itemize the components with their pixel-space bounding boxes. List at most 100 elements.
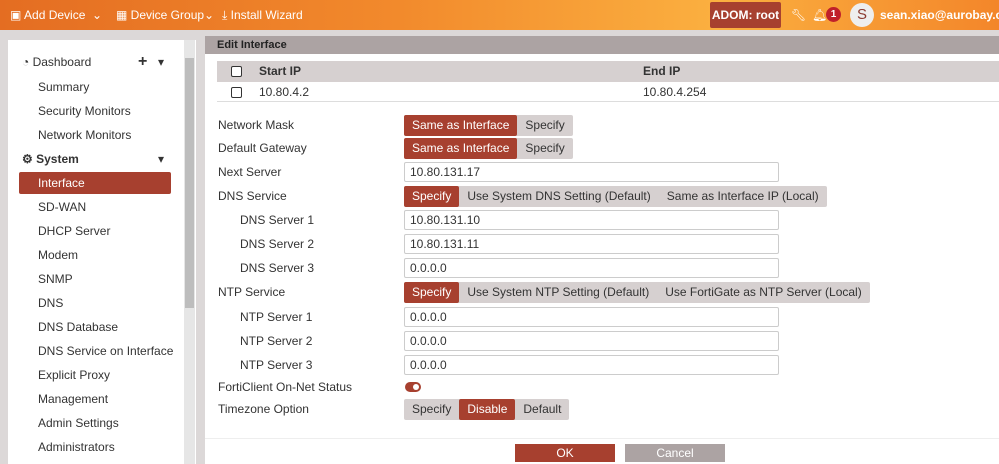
add-dashboard-button[interactable]: +	[138, 51, 147, 73]
sidebar-item-label: System	[36, 152, 79, 166]
ntp-service-toggle-group: Specify Use System NTP Setting (Default) U…	[404, 282, 870, 303]
timezone-toggle-group: Specify Disable Default	[404, 399, 570, 420]
select-all-checkbox[interactable]	[231, 66, 242, 77]
sidebar-item-management[interactable]: Management	[38, 388, 108, 410]
ip-table-header: Start IP End IP	[217, 61, 999, 82]
install-wizard-label: Install Wizard	[230, 8, 303, 22]
ntp2-input[interactable]: 0.0.0.0	[404, 331, 779, 351]
sidebar-item-summary[interactable]: Summary	[38, 76, 89, 98]
sidebar-item-interface[interactable]: Interface	[19, 172, 171, 194]
sidebar-item-dns[interactable]: DNS	[38, 292, 63, 314]
add-device-label: Add Device	[24, 8, 86, 22]
network-mask-toggle-group: Same as Interface Specify	[404, 115, 573, 136]
dns3-input[interactable]: 0.0.0.0	[404, 258, 779, 278]
dns-service-option-use-system-dns-setting-default[interactable]: Use System DNS Setting (Default)	[459, 186, 658, 207]
ntp3-input[interactable]: 0.0.0.0	[404, 355, 779, 375]
sidebar-item-dns-database[interactable]: DNS Database	[38, 316, 118, 338]
sidebar-item-label: DNS Service on Interface	[38, 344, 174, 358]
next-server-label: Next Server	[218, 165, 282, 179]
timezone-option-default[interactable]: Default	[515, 399, 569, 420]
dns-service-option-same-as-interface-ip-local[interactable]: Same as Interface IP (Local)	[659, 186, 827, 207]
add-device-dropdown-icon[interactable]: ⌄	[92, 8, 102, 22]
ntp-service-label: NTP Service	[218, 285, 286, 299]
footer-divider	[205, 438, 999, 439]
sidebar-item-dhcp-server[interactable]: DHCP Server	[38, 220, 110, 242]
table-row[interactable]: 10.80.4.2 10.80.4.254	[217, 82, 999, 102]
scrollbar-thumb[interactable]	[185, 58, 194, 308]
sidebar-item-administrators[interactable]: Administrators	[38, 436, 115, 458]
dns-service-toggle-group: Specify Use System DNS Setting (Default) S…	[404, 186, 827, 207]
sidebar-item-dns-service-on-interface[interactable]: DNS Service on Interface	[38, 340, 173, 362]
sidebar-item-label: Security Monitors	[38, 104, 131, 118]
dns2-label: DNS Server 2	[240, 237, 315, 251]
row-checkbox[interactable]	[231, 87, 242, 98]
system-gear-icon: ⚙	[22, 152, 37, 166]
sidebar-item-label: Explicit Proxy	[38, 368, 111, 382]
sidebar-item-label: Admin Settings	[38, 416, 119, 430]
sidebar-item-label: SD-WAN	[38, 200, 87, 214]
panel-title: Edit Interface	[205, 36, 999, 54]
sidebar-item-label: Dashboard	[32, 55, 92, 69]
device-group-label: Device Group	[130, 8, 205, 22]
ntp-service-option-use-fortigate-as-ntp-server-local[interactable]: Use FortiGate as NTP Server (Local)	[657, 282, 870, 303]
network-mask-option-same-as-interface[interactable]: Same as Interface	[404, 115, 518, 136]
sidebar-scrollbar[interactable]	[184, 40, 195, 464]
dns-service-option-specify[interactable]: Specify	[404, 186, 460, 207]
default-gateway-label: Default Gateway	[218, 141, 307, 155]
cancel-button[interactable]: Cancel	[625, 444, 725, 462]
ntp-service-option-specify[interactable]: Specify	[404, 282, 460, 303]
start-ip-cell: 10.80.4.2	[259, 85, 310, 99]
ntp1-input[interactable]: 0.0.0.0	[404, 307, 779, 327]
default-gateway-option-specify[interactable]: Specify	[517, 138, 572, 159]
ntp2-label: NTP Server 2	[240, 334, 313, 348]
sidebar-item-label: Administrators	[38, 440, 115, 454]
chevron-down-icon[interactable]: ▾	[158, 51, 164, 73]
network-mask-option-specify[interactable]: Specify	[517, 115, 572, 136]
chevron-down-icon[interactable]: ▾	[158, 148, 164, 170]
device-group-button[interactable]: ▦ Device Group⌄	[116, 8, 214, 22]
timezone-option-disable[interactable]: Disable	[459, 399, 516, 420]
timezone-option-specify[interactable]: Specify	[404, 399, 459, 420]
dns2-input[interactable]: 10.80.131.11	[404, 234, 779, 254]
sidebar-item-system[interactable]: ⚙ System	[22, 148, 79, 170]
column-end-ip[interactable]: End IP	[643, 64, 680, 78]
ntp3-label: NTP Server 3	[240, 358, 313, 372]
column-start-ip[interactable]: Start IP	[259, 64, 301, 78]
sidebar: ◔ Dashboard ▾ + Summary Security Monitors Net…	[8, 40, 196, 464]
forticlient-label: FortiClient On-Net Status	[218, 380, 353, 394]
sidebar-item-label: Modem	[38, 248, 79, 262]
wrench-icon[interactable]: 🔧︎	[791, 8, 806, 22]
next-server-input[interactable]: 10.80.131.17	[404, 162, 779, 182]
ok-button[interactable]: OK	[515, 444, 615, 462]
end-ip-cell: 10.80.4.254	[643, 85, 707, 99]
dns1-input[interactable]: 10.80.131.10	[404, 210, 779, 230]
avatar[interactable]: S	[850, 3, 874, 27]
network-mask-label: Network Mask	[218, 118, 295, 132]
sidebar-item-dashboard[interactable]: ◔ Dashboard	[22, 51, 91, 73]
default-gateway-toggle-group: Same as Interface Specify	[404, 138, 573, 159]
sidebar-item-modem[interactable]: Modem	[38, 244, 78, 266]
sidebar-item-sd-wan[interactable]: SD-WAN	[38, 196, 86, 218]
notification-badge: 1	[826, 7, 841, 22]
dns1-label: DNS Server 1	[240, 213, 315, 227]
sidebar-item-snmp[interactable]: SNMP	[38, 268, 73, 290]
timezone-label: Timezone Option	[218, 402, 309, 416]
sidebar-item-security-monitors[interactable]: Security Monitors	[38, 100, 131, 122]
ntp-service-option-use-system-ntp-setting-default[interactable]: Use System NTP Setting (Default)	[459, 282, 657, 303]
add-device-button[interactable]: ▣ Add Device	[10, 8, 85, 22]
install-wizard-button[interactable]: ⤓ Install Wizard	[222, 8, 303, 23]
dns3-label: DNS Server 3	[240, 261, 315, 275]
forticlient-toggle[interactable]	[405, 382, 421, 392]
bell-icon[interactable]: 🔔︎	[812, 8, 827, 22]
adom-button[interactable]: ADOM: root	[710, 2, 781, 28]
default-gateway-option-same-as-interface[interactable]: Same as Interface	[404, 138, 518, 159]
sidebar-item-explicit-proxy[interactable]: Explicit Proxy	[38, 364, 110, 386]
sidebar-item-label: Summary	[38, 80, 90, 94]
sidebar-item-network-monitors[interactable]: Network Monitors	[38, 124, 131, 146]
ntp1-label: NTP Server 1	[240, 310, 313, 324]
sidebar-item-admin-settings[interactable]: Admin Settings	[38, 412, 119, 434]
dashboard-icon: ◔	[22, 55, 33, 69]
sidebar-item-label: Network Monitors	[38, 128, 132, 142]
user-menu[interactable]: sean.xiao@aurobay.com	[880, 8, 999, 22]
sidebar-item-label: Interface	[38, 176, 85, 190]
